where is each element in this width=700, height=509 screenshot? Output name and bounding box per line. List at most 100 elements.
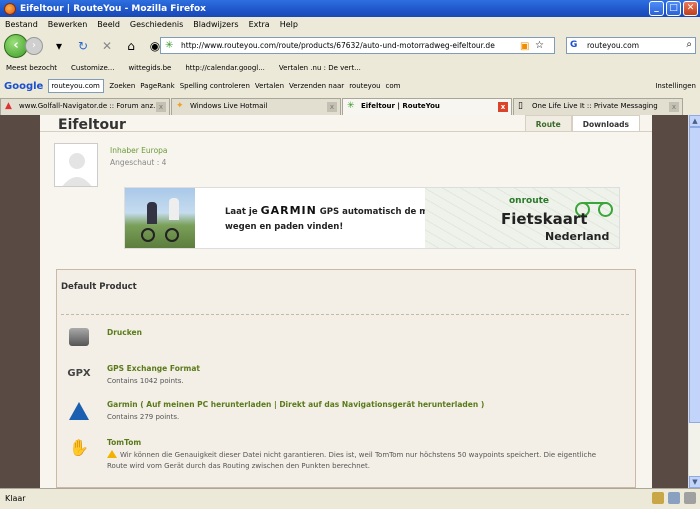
tab-close-icon[interactable]: x (498, 102, 508, 112)
tab-label: Windows Live Hotmail (190, 102, 268, 110)
garmin-links[interactable]: Garmin ( Auf meinen PC herunterladen | D… (107, 400, 484, 409)
page-body: Eifeltour Route Downloads Inhaber Europa… (40, 115, 652, 488)
owner-info: Inhaber Europa Angeschaut : 4 (110, 145, 168, 169)
banner-text-line1: Laat je GARMIN GPS automatisch de mooist… (225, 204, 458, 217)
spellcheck-button[interactable]: Spelling controleren (180, 82, 250, 90)
gpx-point-count: Contains 1042 points. (107, 377, 184, 385)
menu-bladwijzers[interactable]: Bladwijzers (193, 20, 238, 29)
dashed-divider (61, 314, 629, 315)
google-search-input[interactable]: routeyou.com (48, 79, 105, 93)
tab-label: One Life Live It :: Private Messaging (532, 102, 658, 110)
translate-button[interactable]: Vertalen (255, 82, 284, 90)
gpx-link[interactable]: GPS Exchange Format (107, 364, 200, 373)
menu-bar: Bestand Bewerken Beeld Geschiedenis Blad… (0, 17, 700, 32)
tab-hotmail[interactable]: ✦ Windows Live Hotmail x (171, 98, 341, 115)
rss-icon[interactable]: ▣ (520, 41, 529, 52)
status-bar: Klaar (0, 488, 700, 509)
settings-button[interactable]: Instellingen (655, 82, 696, 90)
url-bar[interactable]: ✳ http://www.routeyou.com/route/products… (160, 37, 555, 54)
garmin-point-count: Contains 279 points. (107, 413, 180, 421)
avatar (54, 143, 98, 187)
vertical-scrollbar[interactable]: ▲ ▼ (688, 115, 700, 488)
person-silhouette-icon (62, 153, 92, 186)
google-zoeken-button[interactable]: Zoeken (109, 82, 135, 90)
printer-icon (67, 328, 91, 350)
scroll-up-icon[interactable]: ▲ (689, 115, 700, 127)
tab-close-icon[interactable]: x (156, 102, 166, 112)
default-product-panel: Default Product Drucken GPX GPS Exchange… (56, 269, 636, 488)
garmin-logo: GARMIN (260, 204, 317, 217)
menu-bestand[interactable]: Bestand (5, 20, 38, 29)
advertisement-banner[interactable]: Laat je GARMIN GPS automatisch de mooist… (124, 187, 620, 249)
minimize-button[interactable]: _ (649, 1, 664, 16)
bike-wheel (165, 228, 179, 242)
bookmark-calendar[interactable]: http://calendar.googl... (185, 64, 265, 72)
tab-onelife[interactable]: ▯ One Life Live It :: Private Messaging … (513, 98, 683, 115)
status-text: Klaar (5, 494, 26, 503)
section-title: Default Product (61, 282, 137, 292)
security-status-icon[interactable] (668, 492, 680, 504)
cyclist-figure (147, 202, 157, 224)
addon-status-icon[interactable] (652, 492, 664, 504)
navigation-toolbar: ‹ › ▾ ↻ ✕ ⌂ ◉ ✳ http://www.routeyou.com/… (0, 32, 700, 60)
download-status-icon[interactable] (684, 492, 696, 504)
tab-downloads[interactable]: Downloads (571, 115, 640, 132)
bookmark-wittegids[interactable]: wittegids.be (128, 64, 171, 72)
scroll-down-icon[interactable]: ▼ (689, 476, 700, 488)
tab-label: Eifeltour | RouteYou (361, 102, 440, 110)
bike-wheel (141, 228, 155, 242)
window-title: Eifeltour | RouteYou - Mozilla Firefox (20, 3, 206, 14)
menu-help[interactable]: Help (280, 20, 298, 29)
owner-name[interactable]: Inhaber Europa (110, 145, 168, 157)
warning-icon: ▲ (5, 101, 12, 111)
tab-golfall[interactable]: ▲ www.Golfall-Navigator.de :: Forum anz.… (0, 98, 170, 115)
fietskaart-text: Fietskaart (501, 210, 588, 228)
site-favicon-icon: ✳ (165, 40, 174, 51)
tab-close-icon[interactable]: x (327, 102, 337, 112)
menu-extra[interactable]: Extra (249, 20, 270, 29)
title-bar: Eifeltour | RouteYou - Mozilla Firefox _… (0, 0, 700, 17)
menu-bewerken[interactable]: Bewerken (48, 20, 88, 29)
com-button[interactable]: com (386, 82, 401, 90)
scrollbar-thumb[interactable] (689, 127, 700, 423)
bookmark-customize[interactable]: Customize... (71, 64, 114, 72)
tomtom-warning: Wir können die Genauigkeit dieser Datei … (107, 450, 617, 472)
routeyou-icon: ✳ (347, 101, 355, 111)
bookmark-most-visited[interactable]: Meest bezocht (6, 64, 57, 72)
warning-icon (107, 450, 117, 458)
home-icon[interactable]: ⌂ (123, 38, 139, 54)
reload-icon[interactable]: ↻ (75, 38, 91, 54)
menu-beeld[interactable]: Beeld (97, 20, 120, 29)
page-viewport: Eifeltour Route Downloads Inhaber Europa… (0, 115, 688, 488)
print-link[interactable]: Drucken (107, 328, 142, 337)
menu-geschiedenis[interactable]: Geschiedenis (130, 20, 183, 29)
nederland-text: Nederland (545, 230, 610, 243)
tab-route[interactable]: Route (524, 115, 572, 132)
page-tabs: Route Downloads (524, 115, 640, 132)
hotmail-icon: ✦ (176, 101, 184, 111)
forward-button[interactable]: › (25, 37, 43, 55)
tomtom-link[interactable]: TomTom (107, 438, 141, 447)
stop-icon[interactable]: ✕ (99, 38, 115, 54)
cyclist-figure (169, 198, 179, 220)
google-search-icon: G (570, 40, 578, 50)
garmin-icon (67, 400, 91, 422)
banner-text-line2: wegen en paden vinden! (225, 222, 344, 232)
dropdown-arrow-icon[interactable]: ▾ (51, 38, 67, 54)
bookmark-star-icon[interactable]: ☆ (535, 40, 544, 51)
banner-text-pre: Laat je (225, 207, 258, 217)
maximize-button[interactable]: □ (666, 1, 681, 16)
firefox-icon (4, 2, 16, 15)
tab-close-icon[interactable]: x (669, 102, 679, 112)
onroute-logo: onroute (509, 196, 550, 206)
search-box[interactable]: G routeyou.com ⌕ (566, 37, 696, 54)
close-button[interactable]: ✕ (683, 1, 698, 16)
bookmarks-toolbar: Meest bezocht Customize... wittegids.be … (0, 61, 700, 75)
google-toolbar: Google routeyou.com Zoeken PageRank Spel… (0, 77, 700, 95)
send-to-button[interactable]: Verzenden naar (289, 82, 344, 90)
bookmark-vertalen[interactable]: Vertalen .nu : De vert... (279, 64, 361, 72)
tab-strip: ▲ www.Golfall-Navigator.de :: Forum anz.… (0, 97, 700, 115)
search-icon[interactable]: ⌕ (686, 39, 692, 50)
tab-eifeltour[interactable]: ✳ Eifeltour | RouteYou x (342, 98, 512, 115)
routeyou-button[interactable]: routeyou (349, 82, 380, 90)
